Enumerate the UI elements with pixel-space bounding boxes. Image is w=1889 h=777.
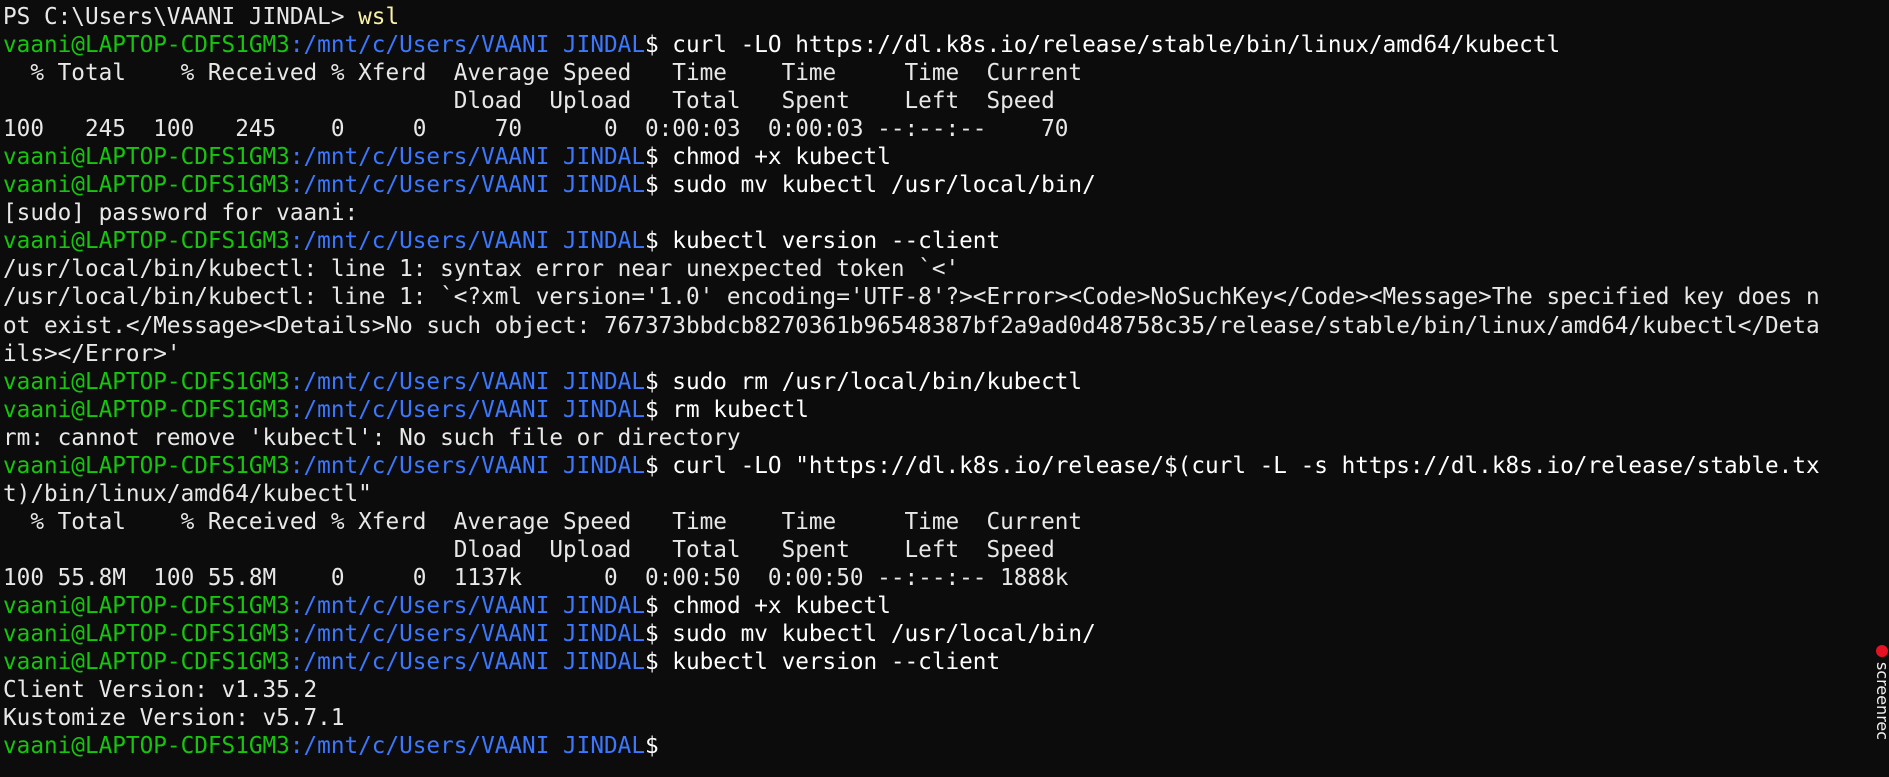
prompt-cwd: :/mnt/c/Users/VAANI JINDAL bbox=[289, 368, 645, 395]
output-line: rm: cannot remove 'kubectl': No such fil… bbox=[3, 424, 741, 451]
command-text: $ curl -LO https://dl.k8s.io/release/sta… bbox=[644, 32, 1561, 59]
prompt-line: vaani@LAPTOP-CDFS1GM3:/mnt/c/Users/VAANI… bbox=[3, 31, 1889, 59]
prompt-user-host: vaani@LAPTOP-CDFS1GM3 bbox=[3, 172, 290, 199]
output-line: Client Version: v1.35.2 bbox=[3, 677, 318, 704]
prompt-cwd: :/mnt/c/Users/VAANI JINDAL bbox=[289, 452, 645, 479]
screenrec-label: screenrec bbox=[1875, 662, 1889, 741]
prompt-user-host: vaani@LAPTOP-CDFS1GM3 bbox=[3, 733, 290, 760]
command-text: $ sudo mv kubectl /usr/local/bin/ bbox=[644, 621, 1096, 648]
command-text: $ chmod +x kubectl bbox=[644, 144, 891, 171]
output-line: 100 245 100 245 0 0 70 0 0:00:03 0:00:03… bbox=[3, 116, 1069, 143]
output-line: /usr/local/bin/kubectl: line 1: syntax e… bbox=[3, 256, 960, 283]
command-text: $ rm kubectl bbox=[644, 396, 809, 423]
output-line: Kustomize Version: v5.7.1 bbox=[3, 705, 345, 732]
record-icon bbox=[1876, 645, 1888, 657]
prompt-cwd: :/mnt/c/Users/VAANI JINDAL bbox=[289, 733, 645, 760]
output-line: 100 55.8M 100 55.8M 0 0 1137k 0 0:00:50 … bbox=[3, 564, 1069, 591]
prompt-cwd: :/mnt/c/Users/VAANI JINDAL bbox=[289, 32, 645, 59]
prompt-cwd: :/mnt/c/Users/VAANI JINDAL bbox=[289, 649, 645, 676]
command-text: $ bbox=[644, 733, 659, 760]
prompt-user-host: vaani@LAPTOP-CDFS1GM3 bbox=[3, 396, 290, 423]
command-text: $ kubectl version --client bbox=[644, 649, 1001, 676]
prompt-cwd: :/mnt/c/Users/VAANI JINDAL bbox=[289, 621, 645, 648]
prompt-cwd: :/mnt/c/Users/VAANI JINDAL bbox=[289, 144, 645, 171]
powershell-prompt-line: PS C:\Users\VAANI JINDAL> wsl bbox=[3, 3, 1889, 31]
prompt-line: vaani@LAPTOP-CDFS1GM3:/mnt/c/Users/VAANI… bbox=[3, 396, 1889, 424]
output-line: Dload Upload Total Spent Left Speed bbox=[3, 536, 1055, 563]
prompt-line: vaani@LAPTOP-CDFS1GM3:/mnt/c/Users/VAANI… bbox=[3, 227, 1889, 255]
prompt-user-host: vaani@LAPTOP-CDFS1GM3 bbox=[3, 228, 290, 255]
prompt-line: vaani@LAPTOP-CDFS1GM3:/mnt/c/Users/VAANI… bbox=[3, 143, 1889, 171]
prompt-line: vaani@LAPTOP-CDFS1GM3:/mnt/c/Users/VAANI… bbox=[3, 620, 1889, 648]
prompt-user-host: vaani@LAPTOP-CDFS1GM3 bbox=[3, 144, 290, 171]
ps-prompt: PS C:\Users\VAANI JINDAL> bbox=[3, 4, 359, 30]
prompt-user-host: vaani@LAPTOP-CDFS1GM3 bbox=[3, 621, 290, 648]
prompt-line: vaani@LAPTOP-CDFS1GM3:/mnt/c/Users/VAANI… bbox=[3, 452, 1889, 480]
command-text: $ kubectl version --client bbox=[644, 228, 1001, 255]
output-line: % Total % Received % Xferd Average Speed… bbox=[3, 60, 1083, 87]
prompt-line: vaani@LAPTOP-CDFS1GM3:/mnt/c/Users/VAANI… bbox=[3, 592, 1889, 620]
output-line: ot exist.</Message><Details>No such obje… bbox=[3, 312, 1820, 339]
terminal-window[interactable]: PS C:\Users\VAANI JINDAL> wsl vaani@LAPT… bbox=[0, 0, 1889, 777]
prompt-user-host: vaani@LAPTOP-CDFS1GM3 bbox=[3, 452, 290, 479]
prompt-cwd: :/mnt/c/Users/VAANI JINDAL bbox=[289, 172, 645, 199]
output-line: [sudo] password for vaani: bbox=[3, 200, 359, 227]
prompt-user-host: vaani@LAPTOP-CDFS1GM3 bbox=[3, 368, 290, 395]
output-line: % Total % Received % Xferd Average Speed… bbox=[3, 508, 1083, 535]
output-line: t)/bin/linux/amd64/kubectl" bbox=[3, 480, 372, 507]
prompt-line: vaani@LAPTOP-CDFS1GM3:/mnt/c/Users/VAANI… bbox=[3, 171, 1889, 199]
prompt-cwd: :/mnt/c/Users/VAANI JINDAL bbox=[289, 396, 645, 423]
command-text: $ sudo mv kubectl /usr/local/bin/ bbox=[644, 172, 1096, 199]
prompt-user-host: vaani@LAPTOP-CDFS1GM3 bbox=[3, 592, 290, 619]
screenrec-widget[interactable]: screenrec bbox=[1875, 640, 1889, 770]
prompt-user-host: vaani@LAPTOP-CDFS1GM3 bbox=[3, 32, 290, 59]
output-line: Dload Upload Total Spent Left Speed bbox=[3, 88, 1055, 115]
command-text: $ sudo rm /usr/local/bin/kubectl bbox=[644, 368, 1083, 395]
prompt-line: vaani@LAPTOP-CDFS1GM3:/mnt/c/Users/VAANI… bbox=[3, 368, 1889, 396]
ps-command: wsl bbox=[358, 4, 400, 30]
prompt-cwd: :/mnt/c/Users/VAANI JINDAL bbox=[289, 228, 645, 255]
command-text: $ chmod +x kubectl bbox=[644, 592, 891, 619]
command-text: $ curl -LO "https://dl.k8s.io/release/$(… bbox=[644, 452, 1820, 479]
prompt-cwd: :/mnt/c/Users/VAANI JINDAL bbox=[289, 592, 645, 619]
prompt-line: vaani@LAPTOP-CDFS1GM3:/mnt/c/Users/VAANI… bbox=[3, 648, 1889, 676]
prompt-user-host: vaani@LAPTOP-CDFS1GM3 bbox=[3, 649, 290, 676]
active-prompt-line[interactable]: vaani@LAPTOP-CDFS1GM3:/mnt/c/Users/VAANI… bbox=[3, 732, 1889, 760]
output-line: /usr/local/bin/kubectl: line 1: `<?xml v… bbox=[3, 284, 1820, 311]
output-line: ils></Error>' bbox=[3, 340, 181, 367]
